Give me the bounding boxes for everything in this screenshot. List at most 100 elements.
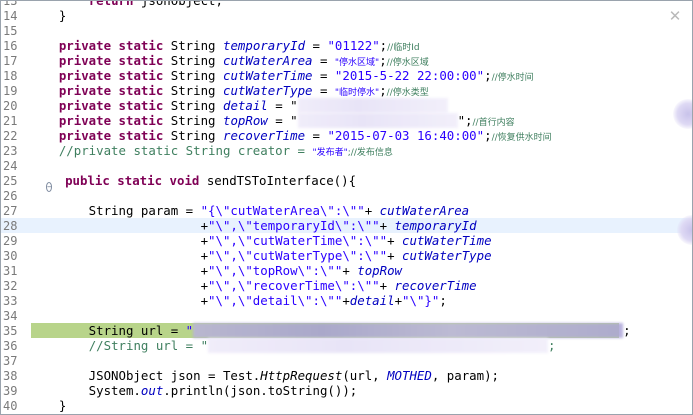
code-comment: ; — [548, 338, 556, 353]
code-token: + — [394, 293, 403, 308]
code-token: = " — [267, 98, 298, 113]
line-number: 32 — [3, 279, 18, 293]
code-line[interactable]: 19 private static String cutWaterType = … — [1, 83, 692, 98]
field-name: temporaryId — [394, 218, 477, 233]
string-literal: "\",\"detail\":\"" — [208, 293, 343, 308]
keyword: private — [58, 83, 112, 98]
line-number: 27 — [3, 204, 18, 218]
code-text: +"\",\"cutWaterType\":\""+ cutWaterType — [29, 248, 492, 263]
string-literal: "\",\"recoverTime\":\"" — [208, 278, 380, 293]
string-literal: "停水区域" — [334, 58, 380, 68]
code-comment: //停水区域 — [386, 58, 429, 68]
code-line[interactable]: 14 } — [1, 8, 692, 23]
code-line[interactable]: 22 private static String recoverTime = "… — [1, 128, 692, 143]
code-token: + — [387, 248, 403, 263]
line-number: 17 — [3, 54, 18, 68]
code-line[interactable]: 33 +"\",\"detail\":\""+detail+"\"}"; — [1, 293, 692, 308]
keyword: static — [118, 83, 164, 98]
keyword: void — [169, 173, 200, 188]
code-line[interactable]: 36 //String url = "; — [1, 338, 692, 353]
line-number: 36 — [3, 339, 18, 353]
field-name: recoverTime — [394, 278, 477, 293]
code-token: ; — [379, 38, 388, 53]
code-line[interactable]: 30 +"\",\"cutWaterType\":\""+ cutWaterTy… — [1, 248, 692, 263]
string-literal: "{\"cutWaterArea\":\"" — [200, 203, 365, 218]
code-line[interactable]: 31 +"\",\"topRow\":\""+ topRow — [1, 263, 692, 278]
code-token: } — [29, 398, 67, 413]
code-token: (url, — [342, 368, 388, 383]
code-line[interactable]: 40 } — [1, 398, 692, 413]
line-number: 24 — [3, 159, 18, 173]
code-token: + — [29, 248, 209, 263]
code-text: public static void sendTSToInterface(){ — [35, 173, 356, 188]
code-line[interactable]: 37 — [1, 353, 692, 368]
code-text: +"\",\"detail\":\""+detail+"\"}"; — [29, 293, 447, 308]
line-number: 18 — [3, 69, 18, 83]
code-line[interactable]: 32 +"\",\"recoverTime\":\""+ recoverTime — [1, 278, 692, 293]
field-name: topRow — [222, 113, 268, 128]
code-comment: //停水类型 — [386, 88, 429, 98]
code-token: = — [305, 128, 328, 143]
code-editor[interactable]: 13 return jsonObject; 14 } 15 16 private st… — [1, 0, 692, 413]
line-number: 40 — [3, 399, 18, 413]
code-token: + — [29, 218, 209, 233]
line-number: 34 — [3, 309, 18, 323]
keyword: static — [118, 68, 164, 83]
code-token: + — [29, 263, 209, 278]
code-line[interactable]: 26 — [1, 188, 692, 203]
keyword: return — [88, 0, 134, 8]
code-comment: //恢复供水时间 — [491, 133, 552, 143]
code-line[interactable]: 18 private static String cutWaterTime = … — [1, 68, 692, 83]
keyword: private — [58, 53, 112, 68]
code-token: + — [379, 218, 395, 233]
code-token: sendTSToInterface(){ — [199, 173, 357, 188]
code-token: String url = — [29, 323, 186, 338]
code-token: + — [379, 278, 395, 293]
code-line[interactable]: 27 String param = "{\"cutWaterArea\":\""… — [1, 203, 692, 218]
keyword: private — [58, 128, 112, 143]
code-comment: //private static String creator = — [58, 143, 313, 158]
code-line[interactable]: 39 System.out.println(json.toString()); — [1, 383, 692, 398]
code-line[interactable]: 13 return jsonObject; — [1, 0, 692, 8]
code-comment: //临时Id — [387, 43, 420, 53]
line-number: 22 — [3, 129, 18, 143]
code-line[interactable]: 35 String url = "; — [1, 323, 692, 338]
code-line[interactable]: 17 private static String cutWaterArea = … — [1, 53, 692, 68]
code-line[interactable]: 34 — [1, 308, 692, 323]
code-token: String — [163, 128, 223, 143]
code-line[interactable]: 23 //private static String creator = "发布… — [1, 143, 692, 158]
code-line[interactable]: 20 private static String detail = " — [1, 98, 692, 113]
code-token: + — [29, 278, 209, 293]
code-line[interactable]: 16 private static String temporaryId = "… — [1, 38, 692, 53]
code-line[interactable]: 38 JSONObject json = Test.HttpRequest(ur… — [1, 368, 692, 383]
code-line[interactable]: 15 — [1, 23, 692, 38]
field-name: cutWaterType — [222, 83, 313, 98]
line-number: 16 — [3, 39, 18, 53]
code-text: private static String detail = " — [29, 98, 448, 113]
code-line[interactable]: 28 +"\",\"temporaryId\":\""+ temporaryId — [1, 218, 692, 233]
code-token: ; — [439, 293, 447, 308]
code-token: System. — [29, 383, 141, 398]
code-token: String — [163, 38, 223, 53]
line-number: 30 — [3, 249, 18, 263]
code-token: String — [163, 113, 223, 128]
string-literal: " — [185, 323, 194, 338]
line-number: 29 — [3, 234, 18, 248]
code-line[interactable]: 25− public static void sendTSToInterface… — [1, 173, 692, 192]
field-name: MOTHED — [387, 368, 432, 383]
line-number: 35 — [3, 324, 18, 338]
code-line[interactable]: 29 +"\",\"cutWaterTime\":\""+ cutWaterTi… — [1, 233, 692, 248]
line-number: 15 — [3, 24, 18, 38]
string-literal: "临时停水" — [334, 88, 380, 98]
code-token: .println(json.toString()); — [163, 383, 358, 398]
code-line[interactable]: 21 private static String topRow = " ";//首… — [1, 113, 692, 128]
